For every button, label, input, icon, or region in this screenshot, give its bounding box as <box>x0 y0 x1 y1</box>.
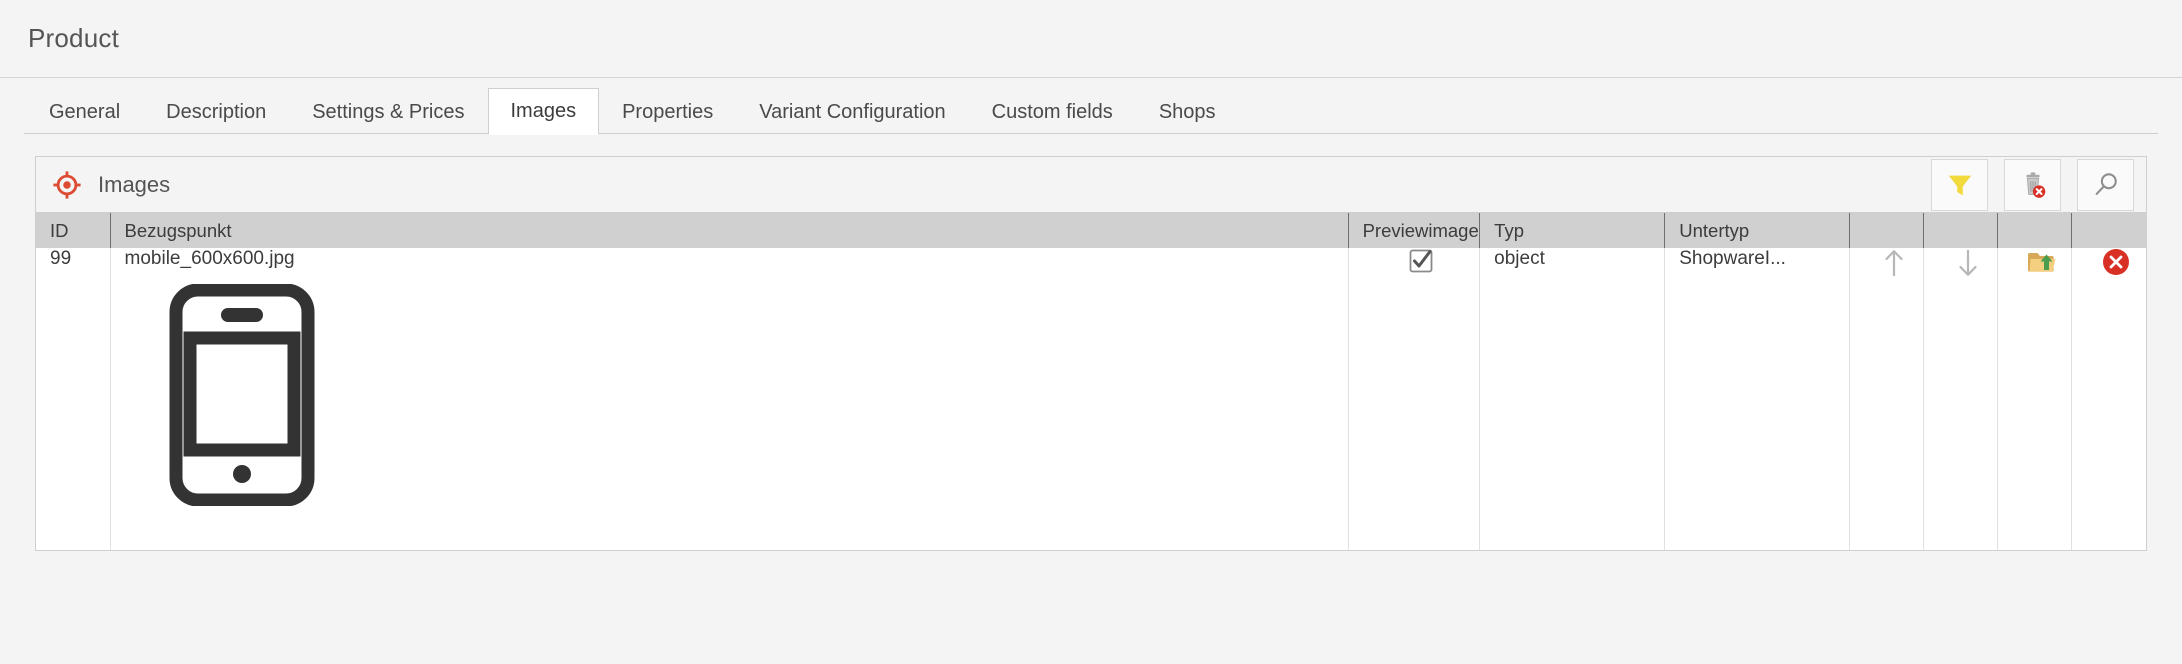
tab-settings-prices[interactable]: Settings & Prices <box>289 88 487 134</box>
page-title: Product <box>28 23 120 53</box>
grid-header-row: ID Bezugspunkt Previewimage Typ Untertyp <box>36 213 2146 248</box>
tab-properties[interactable]: Properties <box>599 88 736 134</box>
images-grid: ID Bezugspunkt Previewimage Typ Untertyp… <box>36 213 2146 550</box>
cell-typ: object <box>1479 248 1666 550</box>
page-header: Product <box>0 0 2182 78</box>
cell-bezugspunkt: mobile_600x600.jpg <box>110 248 1349 550</box>
image-filename: mobile_600x600.jpg <box>124 248 295 269</box>
filter-button[interactable] <box>1931 158 1988 211</box>
cell-previewimage[interactable] <box>1348 248 1481 550</box>
column-header-untertyp[interactable]: Untertyp <box>1664 213 1851 248</box>
cell-move-down[interactable] <box>1923 248 1999 550</box>
column-header-remove <box>2071 213 2146 248</box>
images-panel-title: Images <box>98 171 171 197</box>
cell-id: 99 <box>36 248 111 550</box>
tab-variant-configuration[interactable]: Variant Configuration <box>736 88 968 134</box>
magnifier-icon <box>2091 170 2121 200</box>
column-header-upload <box>1997 213 2073 248</box>
cell-untertyp: ShopwareI... <box>1664 248 1851 550</box>
column-header-move-up <box>1849 213 1925 248</box>
checkbox-checked-icon[interactable] <box>1408 249 1434 273</box>
panel-toolbar <box>1931 158 2134 211</box>
tab-description[interactable]: Description <box>143 88 289 134</box>
image-thumbnail[interactable] <box>125 270 1348 506</box>
delete-all-button[interactable] <box>2004 158 2061 211</box>
cell-move-up[interactable] <box>1849 248 1925 550</box>
folder-upload-icon[interactable] <box>2026 251 2058 272</box>
images-panel-wrapper: Images ID Bezugspunkt Previewimage Typ U… <box>0 134 2182 551</box>
cell-remove[interactable] <box>2071 248 2146 550</box>
column-header-id[interactable]: ID <box>36 213 111 248</box>
cell-upload[interactable] <box>1997 248 2073 550</box>
tab-custom-fields[interactable]: Custom fields <box>969 88 1136 134</box>
search-button[interactable] <box>2077 158 2134 211</box>
filter-funnel-icon <box>1945 170 1975 200</box>
tab-shops[interactable]: Shops <box>1136 88 1239 134</box>
red-x-circle-icon[interactable] <box>2102 249 2130 275</box>
target-icon <box>52 170 82 200</box>
column-header-typ[interactable]: Typ <box>1479 213 1666 248</box>
table-row[interactable]: 99 mobile_600x600.jpg object ShopwareI..… <box>36 248 2146 550</box>
column-header-bezugspunkt[interactable]: Bezugspunkt <box>110 213 1349 248</box>
tab-images[interactable]: Images <box>487 88 600 135</box>
column-header-previewimage[interactable]: Previewimage <box>1348 213 1481 248</box>
trash-delete-icon <box>2018 170 2048 200</box>
arrow-up-icon[interactable] <box>1881 250 1907 276</box>
smartphone-icon <box>169 284 1348 506</box>
tab-general[interactable]: General <box>26 88 143 134</box>
images-panel-header: Images <box>36 157 2146 213</box>
tab-bar: General Description Settings & Prices Im… <box>0 78 2182 135</box>
arrow-down-icon[interactable] <box>1955 250 1981 276</box>
images-panel: Images ID Bezugspunkt Previewimage Typ U… <box>35 156 2147 551</box>
column-header-move-down <box>1923 213 1999 248</box>
